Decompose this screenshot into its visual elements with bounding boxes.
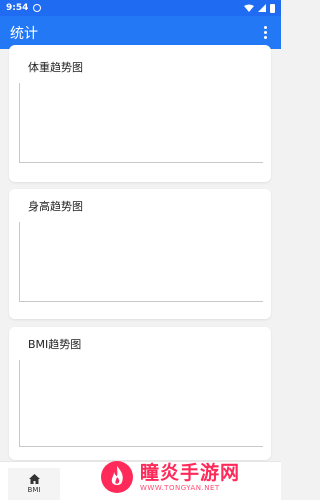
chart-title: BMI趋势图 (28, 338, 82, 351)
dot (264, 36, 267, 39)
more-options-icon[interactable] (260, 24, 271, 41)
watermark-name: 瞳炎手游网 (140, 461, 241, 484)
battery-icon (270, 3, 275, 13)
bmi-chart-area (19, 360, 263, 447)
weight-trend-card: 体重趋势图 (9, 45, 271, 182)
google-icon (33, 4, 42, 12)
nav-item-bmi[interactable]: BMI (8, 468, 60, 500)
status-bar: 9:54 (0, 0, 281, 16)
bmi-trend-card: BMI趋势图 (9, 327, 271, 460)
status-time: 9:54 (6, 3, 29, 13)
dot (264, 31, 267, 34)
status-icons (244, 3, 275, 13)
watermark-url: WWW.TONGYAN.NET (140, 483, 220, 492)
signal-icon (258, 4, 266, 12)
chart-title: 体重趋势图 (28, 61, 83, 74)
weight-chart-area (19, 83, 263, 163)
wifi-icon (244, 4, 254, 12)
chart-title: 身高趋势图 (28, 200, 83, 213)
dot (264, 26, 267, 29)
height-trend-card: 身高趋势图 (9, 189, 271, 319)
height-chart-area (19, 222, 263, 302)
watermark-text: 瞳炎手游网 WWW.TONGYAN.NET (140, 462, 240, 492)
nav-label: BMI (27, 486, 41, 494)
watermark: 瞳炎手游网 WWW.TONGYAN.NET (100, 453, 281, 500)
flame-logo-icon (101, 460, 133, 493)
home-icon (28, 474, 40, 484)
page-title: 统计 (10, 25, 38, 42)
